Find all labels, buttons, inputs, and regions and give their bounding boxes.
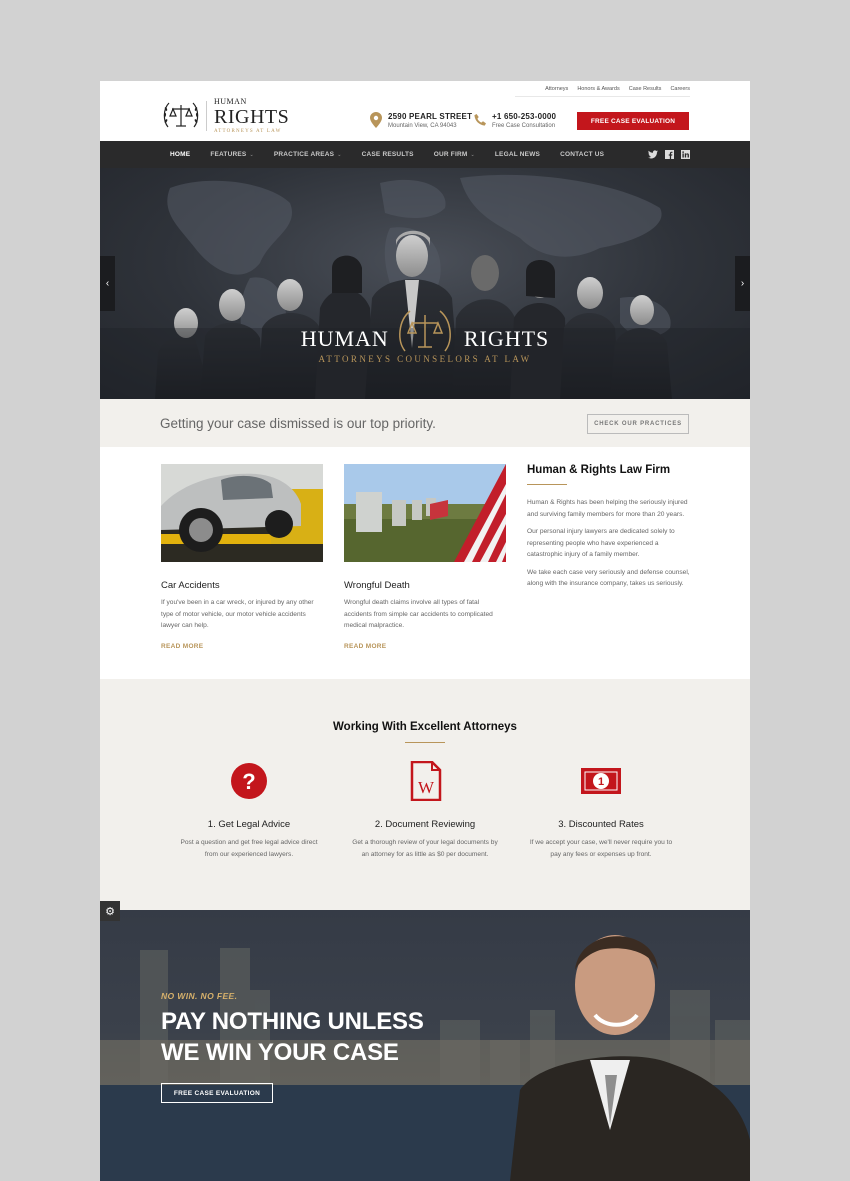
free-case-evaluation-label: FREE CASE EVALUATION [590,117,676,125]
read-more-link[interactable]: READ MORE [344,643,506,650]
section-title: Working With Excellent Attorneys [333,721,517,733]
phone-block: +1 650-253-0000 Free Case Consultation [474,112,556,129]
firm-intro: Human & Rights Law Firm Human & Rights h… [527,464,692,590]
gold-divider [527,484,567,485]
cemetery-flag-image [344,464,506,562]
hero-slider: ‹ › HUMAN RIGHTS ATTORNEYS COUNSELORS AT… [100,168,750,399]
firm-paragraph: We take each case very seriously and def… [527,568,690,588]
top-links: Attorneys Honors & Awards Case Results C… [545,86,690,92]
feature-legal-advice: ? 1. Get Legal Advice Post a question an… [174,761,324,860]
gold-divider [405,742,445,743]
linkedin-icon[interactable] [680,149,690,159]
settings-gear-icon[interactable]: ⚙ [100,901,120,921]
address-line1: 2590 PEARL STREET [388,112,473,121]
document-icon: W [410,760,442,802]
nav-item-practice-areas[interactable]: PRACTICE AREAS ⌄ [274,151,342,158]
hero-title: HUMAN RIGHTS ATTORNEYS COUNSELORS AT LAW [100,326,750,364]
divider [515,96,690,97]
car-accident-image [161,464,323,562]
cta-kicker: NO WIN. NO FEE. [161,991,238,1001]
feature-document-reviewing: W 2. Document Reviewing Get a thorough r… [350,760,500,860]
read-more-link[interactable]: READ MORE [161,643,323,650]
nav-item-label: OUR FIRM [433,151,468,158]
page: Attorneys Honors & Awards Case Results C… [100,81,750,1181]
firm-paragraph: Human & Rights has been helping the seri… [527,499,688,518]
feature-title: 1. Get Legal Advice [207,819,291,830]
hero-title-left: HUMAN [300,326,389,351]
chevron-left-icon: ‹ [105,278,110,289]
logo-small-text: HUMAN [214,97,247,106]
svg-text:W: W [418,778,435,797]
social-links [648,149,690,159]
nav-items: HOME FEATURES ⌄ PRACTICE AREAS ⌄ CASE RESULTS… [170,141,604,168]
question-circle-icon: ? [231,763,267,799]
phone-caption: Free Case Consultation [492,123,556,129]
twitter-icon[interactable] [648,149,658,159]
feature-title: 3. Discounted Rates [558,819,644,830]
money-icon: 1 [581,768,621,794]
nav-item-label: FEATURES [210,151,247,158]
nav-item-label: CONTACT US [560,151,605,158]
cta-headline-line2: WE WIN YOUR CASE [161,1039,399,1066]
feature-title: 2. Document Reviewing [374,819,476,830]
nav-item-contact-us[interactable]: CONTACT US [560,151,604,158]
attorneys-section: Working With Excellent Attorneys ? 1. Ge… [100,679,750,910]
cta-headline-line1: PAY NOTHING UNLESS [161,1008,424,1035]
hero-image [100,174,750,399]
nav-item-label: HOME [170,151,191,158]
feature-text: If we accept your case, we'll never requ… [529,839,673,858]
logo-big-text: RIGHTS [214,106,290,128]
prev-slide-button[interactable]: ‹ [100,256,115,311]
card-title: Car Accidents [161,580,220,591]
chevron-right-icon: › [740,278,745,289]
firm-paragraph: Our personal injury lawyers are dedicate… [527,528,675,558]
card-title: Wrongful Death [344,580,410,591]
chevron-down-icon: ⌄ [337,151,342,158]
check-practices-button[interactable]: CHECK OUR PRACTICES [587,414,689,434]
feature-text: Get a thorough review of your legal docu… [352,839,498,858]
next-slide-button[interactable]: › [735,256,750,311]
feature-discounted-rates: 1 3. Discounted Rates If we accept your … [526,761,676,860]
cta-free-evaluation-button[interactable]: FREE CASE EVALUATION [161,1083,273,1103]
scales-laurel-icon [163,102,199,128]
svg-text:?: ? [242,769,255,794]
card-text: If you've been in a car wreck, or injure… [161,599,314,629]
address-block: 2590 PEARL STREET Mountain View, CA 9404… [370,112,472,129]
nav-item-label: PRACTICE AREAS [273,151,335,158]
hero-subtitle: ATTORNEYS COUNSELORS AT LAW [318,354,532,364]
firm-title: Human & Rights Law Firm [527,464,671,476]
nav-item-home[interactable]: HOME [170,151,190,158]
facebook-icon[interactable] [664,149,674,159]
nav-item-our-firm[interactable]: OUR FIRM ⌄ [434,151,475,158]
priority-strip: Getting your case dismissed is our top p… [100,399,750,447]
nav-item-label: LEGAL NEWS [494,151,541,158]
cta-headline: PAY NOTHING UNLESS WE WIN YOUR CASE [161,1006,424,1068]
phone-number[interactable]: +1 650-253-0000 [492,112,556,121]
feature-text: Post a question and get free legal advic… [180,839,318,858]
card-text: Wrongful death claims involve all types … [344,599,493,629]
hero-title-right: RIGHTS [463,326,550,351]
logo[interactable]: HUMAN RIGHTS ATTORNEYS AT LAW [160,97,289,135]
logo-tagline: ATTORNEYS AT LAW [214,129,282,134]
nav-item-label: CASE RESULTS [361,151,414,158]
priority-text: Getting your case dismissed is our top p… [160,416,436,431]
free-case-evaluation-button[interactable]: FREE CASE EVALUATION [577,112,689,130]
top-link-honors[interactable]: Honors & Awards [577,86,619,92]
practice-card-wrongful-death: Wrongful Death Wrongful death claims inv… [344,464,506,650]
svg-text:1: 1 [598,776,604,788]
practice-card-car-accidents: Car Accidents If you've been in a car wr… [161,464,323,650]
main-nav: HOME FEATURES ⌄ PRACTICE AREAS ⌄ CASE RESULTS… [100,141,750,168]
nav-item-features[interactable]: FEATURES ⌄ [210,151,254,158]
map-pin-icon [370,112,382,128]
chevron-down-icon: ⌄ [470,151,475,158]
top-link-case-results[interactable]: Case Results [629,86,662,92]
nav-item-legal-news[interactable]: LEGAL NEWS [495,151,540,158]
top-link-careers[interactable]: Careers [670,86,690,92]
top-link-attorneys[interactable]: Attorneys [545,86,568,92]
chevron-down-icon: ⌄ [249,151,254,158]
phone-icon [474,114,486,126]
nav-item-case-results[interactable]: CASE RESULTS [362,151,414,158]
cta-banner: NO WIN. NO FEE. PAY NOTHING UNLESS WE WI… [100,910,750,1181]
address-line2: Mountain View, CA 94043 [388,123,457,129]
